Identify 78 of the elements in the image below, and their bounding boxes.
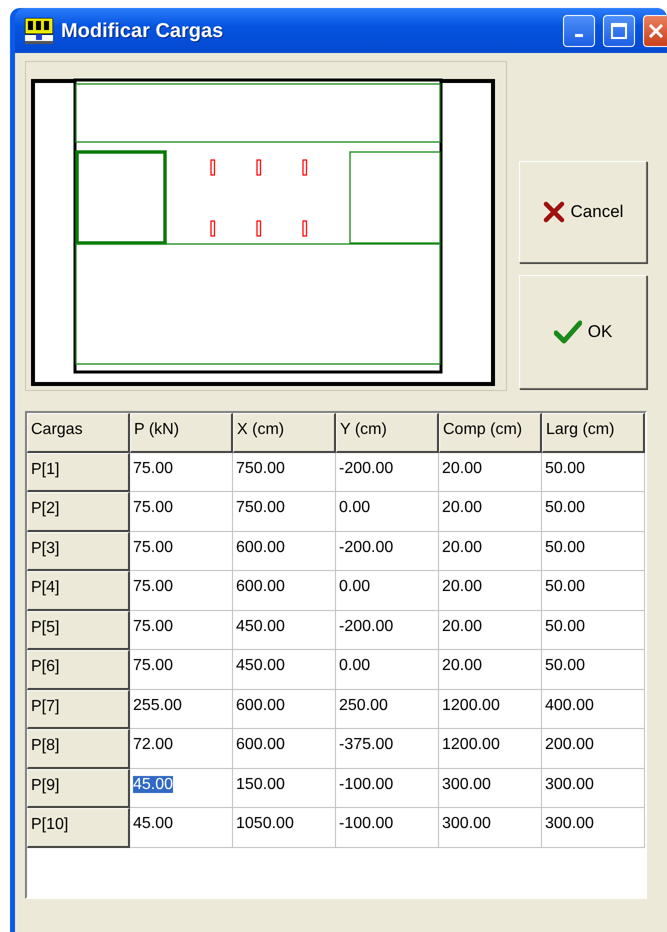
table-cell[interactable]: 50.00 bbox=[545, 460, 586, 476]
table-cell[interactable]: -375.00 bbox=[339, 736, 394, 753]
cancel-button[interactable]: Cancel bbox=[519, 161, 647, 263]
app-icon bbox=[25, 18, 53, 44]
table-cell[interactable]: 300.00 bbox=[545, 776, 594, 792]
maximize-icon bbox=[610, 22, 628, 40]
column-header[interactable]: P (kN) bbox=[130, 413, 233, 452]
table-cell[interactable]: -200.00 bbox=[339, 538, 394, 556]
table-cell[interactable]: 0.00 bbox=[339, 499, 370, 516]
table-cell[interactable]: 75.00 bbox=[133, 618, 174, 634]
table-cell[interactable]: 1200.00 bbox=[442, 736, 500, 753]
table-cell[interactable]: 300.00 bbox=[442, 815, 491, 832]
table-cell[interactable]: 20.00 bbox=[442, 460, 482, 476]
table-cell[interactable]: 50.00 bbox=[545, 657, 586, 674]
row-header[interactable]: P[10] bbox=[27, 808, 130, 848]
table-cell[interactable]: 1200.00 bbox=[442, 696, 500, 714]
table-cell[interactable]: 50.00 bbox=[545, 618, 586, 634]
table-cell[interactable]: 75.00 bbox=[133, 578, 174, 595]
table-cell[interactable]: 0.00 bbox=[339, 657, 370, 674]
column-header[interactable]: Cargas bbox=[27, 413, 130, 452]
table-cell[interactable]: -100.00 bbox=[339, 815, 394, 832]
table-cell[interactable]: 45.00 bbox=[133, 815, 174, 832]
row-header[interactable]: P[3] bbox=[27, 532, 130, 571]
table-cell[interactable]: 600.00 bbox=[236, 578, 285, 595]
column-header[interactable]: Comp (cm) bbox=[439, 413, 542, 452]
table-cell[interactable]: 50.00 bbox=[545, 499, 586, 516]
table-cell[interactable]: 20.00 bbox=[442, 578, 482, 595]
table-cell[interactable]: 75.00 bbox=[133, 499, 174, 516]
ok-button[interactable]: OK bbox=[519, 275, 647, 389]
table-cell[interactable]: 0.00 bbox=[339, 578, 370, 595]
row-header[interactable]: P[1] bbox=[27, 452, 130, 492]
table-cell[interactable]: 20.00 bbox=[442, 657, 482, 674]
window-title: Modificar Cargas bbox=[61, 18, 224, 44]
table-cell[interactable]: 300.00 bbox=[442, 776, 491, 792]
minimize-icon bbox=[575, 34, 583, 37]
column-header[interactable]: Y (cm) bbox=[336, 413, 439, 452]
table-cell[interactable]: 50.00 bbox=[545, 538, 586, 556]
table-cell[interactable]: 400.00 bbox=[545, 696, 594, 714]
table-cell[interactable]: 20.00 bbox=[442, 618, 482, 634]
table-cell[interactable]: 75.00 bbox=[133, 460, 174, 476]
table-cell[interactable]: 72.00 bbox=[133, 736, 174, 753]
check-icon bbox=[554, 320, 582, 344]
table-cell[interactable]: -100.00 bbox=[339, 776, 394, 792]
table-cell[interactable]: 75.00 bbox=[133, 657, 174, 674]
row-header[interactable]: P[4] bbox=[27, 571, 130, 610]
close-icon bbox=[542, 201, 565, 223]
column-header[interactable]: Larg (cm) bbox=[542, 413, 645, 452]
table-cell[interactable]: 255.00 bbox=[133, 696, 182, 714]
table-cell[interactable]: 45.00 bbox=[133, 776, 174, 792]
table-cell[interactable]: 1050.00 bbox=[236, 815, 294, 832]
table-cell[interactable]: 600.00 bbox=[236, 696, 285, 714]
table-cell[interactable]: 750.00 bbox=[236, 460, 285, 476]
table-cell[interactable]: 150.00 bbox=[236, 776, 285, 792]
row-header[interactable]: P[9] bbox=[27, 768, 130, 808]
table-cell[interactable]: 250.00 bbox=[339, 696, 388, 714]
table-cell[interactable]: 450.00 bbox=[236, 657, 285, 674]
row-header[interactable]: P[2] bbox=[27, 492, 130, 532]
minimize-button[interactable] bbox=[563, 14, 595, 46]
table-cell[interactable]: 50.00 bbox=[545, 578, 586, 595]
table-cell[interactable]: 75.00 bbox=[133, 538, 174, 556]
close-button[interactable] bbox=[643, 14, 667, 46]
table-cell[interactable]: 600.00 bbox=[236, 538, 285, 556]
table-cell[interactable]: 750.00 bbox=[236, 499, 285, 516]
row-header[interactable]: P[5] bbox=[27, 610, 130, 650]
table-cell[interactable]: 600.00 bbox=[236, 736, 285, 753]
maximize-button[interactable] bbox=[603, 14, 635, 46]
table-cell[interactable]: 300.00 bbox=[545, 815, 594, 832]
table-cell[interactable]: 20.00 bbox=[442, 538, 482, 556]
table-cell[interactable]: 200.00 bbox=[545, 736, 594, 753]
row-header[interactable]: P[7] bbox=[27, 690, 130, 729]
table-cell[interactable]: -200.00 bbox=[339, 618, 394, 634]
column-header[interactable]: X (cm) bbox=[233, 413, 336, 452]
row-header[interactable]: P[8] bbox=[27, 729, 130, 768]
table-cell[interactable]: -200.00 bbox=[339, 460, 394, 476]
row-header[interactable]: P[6] bbox=[27, 650, 130, 690]
close-icon bbox=[647, 22, 665, 40]
table-cell[interactable]: 450.00 bbox=[236, 618, 285, 634]
table-cell[interactable]: 20.00 bbox=[442, 499, 482, 516]
